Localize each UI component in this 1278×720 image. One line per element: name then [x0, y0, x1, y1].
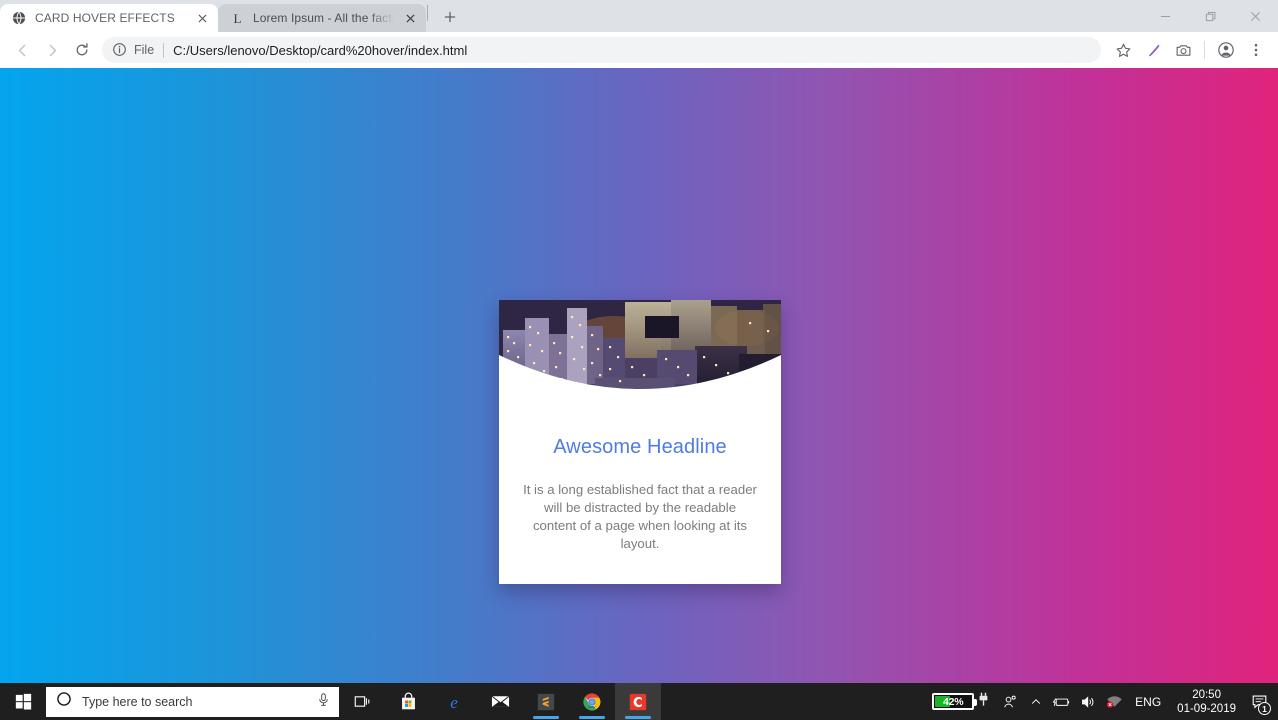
chrome-dev-icon[interactable]: Dev: [569, 683, 615, 720]
power-plug-icon: [978, 692, 989, 712]
url-text: C:/Users/lenovo/Desktop/card%20hover/ind…: [173, 42, 468, 58]
purple-pen-icon[interactable]: [1139, 36, 1167, 64]
minimize-icon[interactable]: [1143, 0, 1188, 32]
profile-avatar-icon[interactable]: [1212, 36, 1240, 64]
back-arrow-icon[interactable]: [8, 36, 36, 64]
running-indicator: [625, 716, 651, 719]
letter-l-icon: L: [229, 10, 245, 26]
language-indicator[interactable]: ENG: [1127, 695, 1169, 709]
battery-shell: 42%: [932, 693, 978, 710]
browser-toolbar: File C:/Users/lenovo/Desktop/card%20hove…: [0, 32, 1278, 68]
omnibox-divider: [163, 42, 165, 58]
network-disconnected-icon[interactable]: [1101, 683, 1127, 720]
address-bar[interactable]: File C:/Users/lenovo/Desktop/card%20hove…: [102, 37, 1101, 63]
info-circle-icon: [112, 42, 128, 58]
clock-time: 20:50: [1192, 688, 1221, 701]
tab-title: CARD HOVER EFFECTS: [35, 11, 175, 25]
task-view-icon[interactable]: [339, 683, 385, 720]
battery-percent-label: 42%: [942, 695, 964, 708]
forward-arrow-icon[interactable]: [38, 36, 66, 64]
edge-icon[interactable]: e: [431, 683, 477, 720]
card-description: It is a long established fact that a rea…: [523, 482, 757, 551]
svg-text:Dev: Dev: [588, 703, 595, 708]
page-viewport: Awesome Headline It is a long establishe…: [0, 68, 1278, 720]
clock[interactable]: 20:50 01-09-2019: [1169, 688, 1244, 716]
browser-window: CARD HOVER EFFECTS L Lorem Ipsum - All t…: [0, 0, 1278, 720]
speaker-icon[interactable]: [1075, 683, 1101, 720]
three-dot-menu-icon[interactable]: [1242, 36, 1270, 64]
close-icon[interactable]: [194, 10, 210, 26]
battery-charging-icon[interactable]: [1049, 683, 1075, 720]
city-night-skyline-image: [499, 300, 781, 415]
windows-start-icon[interactable]: [0, 683, 46, 720]
battery-percent-widget[interactable]: 42%: [932, 692, 989, 712]
windows-taskbar: Type here to search e Dev 42% ENG 20:50 …: [0, 683, 1278, 720]
camtasia-icon[interactable]: [615, 683, 661, 720]
window-controls: [1143, 0, 1278, 32]
tab-card-hover-effects[interactable]: CARD HOVER EFFECTS: [0, 4, 218, 32]
system-tray: 42% ENG 20:50 01-09-2019 1: [932, 683, 1278, 720]
camera-icon[interactable]: [1169, 36, 1197, 64]
sublime-text-icon[interactable]: [523, 683, 569, 720]
tab-lorem-ipsum[interactable]: L Lorem Ipsum - All the facts - Lips: [218, 4, 426, 32]
globe-icon: [11, 10, 27, 26]
notification-count-badge: 1: [1258, 702, 1271, 715]
microsoft-store-icon[interactable]: [385, 683, 431, 720]
new-tab-button[interactable]: [436, 3, 464, 31]
tab-strip: CARD HOVER EFFECTS L Lorem Ipsum - All t…: [0, 0, 1278, 32]
close-icon[interactable]: [402, 10, 418, 26]
star-icon[interactable]: [1109, 36, 1137, 64]
close-icon[interactable]: [1233, 0, 1278, 32]
svg-text:L: L: [233, 11, 241, 26]
microphone-icon[interactable]: [316, 692, 331, 712]
cortana-circle-icon: [56, 691, 72, 712]
hover-card[interactable]: Awesome Headline It is a long establishe…: [499, 300, 781, 584]
reload-icon[interactable]: [68, 36, 96, 64]
search-input[interactable]: Type here to search: [46, 686, 339, 717]
chevron-up-icon[interactable]: [1023, 683, 1049, 720]
url-scheme-label: File: [134, 43, 155, 57]
clock-date: 01-09-2019: [1177, 702, 1236, 715]
mail-icon[interactable]: [477, 683, 523, 720]
card-body: Awesome Headline It is a long establishe…: [499, 415, 781, 553]
running-indicator: [533, 716, 559, 719]
svg-text:e: e: [450, 693, 458, 712]
tab-divider: [427, 5, 428, 21]
search-placeholder: Type here to search: [82, 694, 193, 709]
restore-icon[interactable]: [1188, 0, 1233, 32]
people-icon[interactable]: [997, 683, 1023, 720]
tab-title: Lorem Ipsum - All the facts - Lips: [253, 11, 394, 25]
running-indicator: [579, 716, 605, 719]
card-headline: Awesome Headline: [553, 436, 727, 458]
card-image: [499, 300, 781, 415]
action-center-icon[interactable]: 1: [1244, 683, 1274, 720]
toolbar-divider: [1204, 41, 1205, 59]
